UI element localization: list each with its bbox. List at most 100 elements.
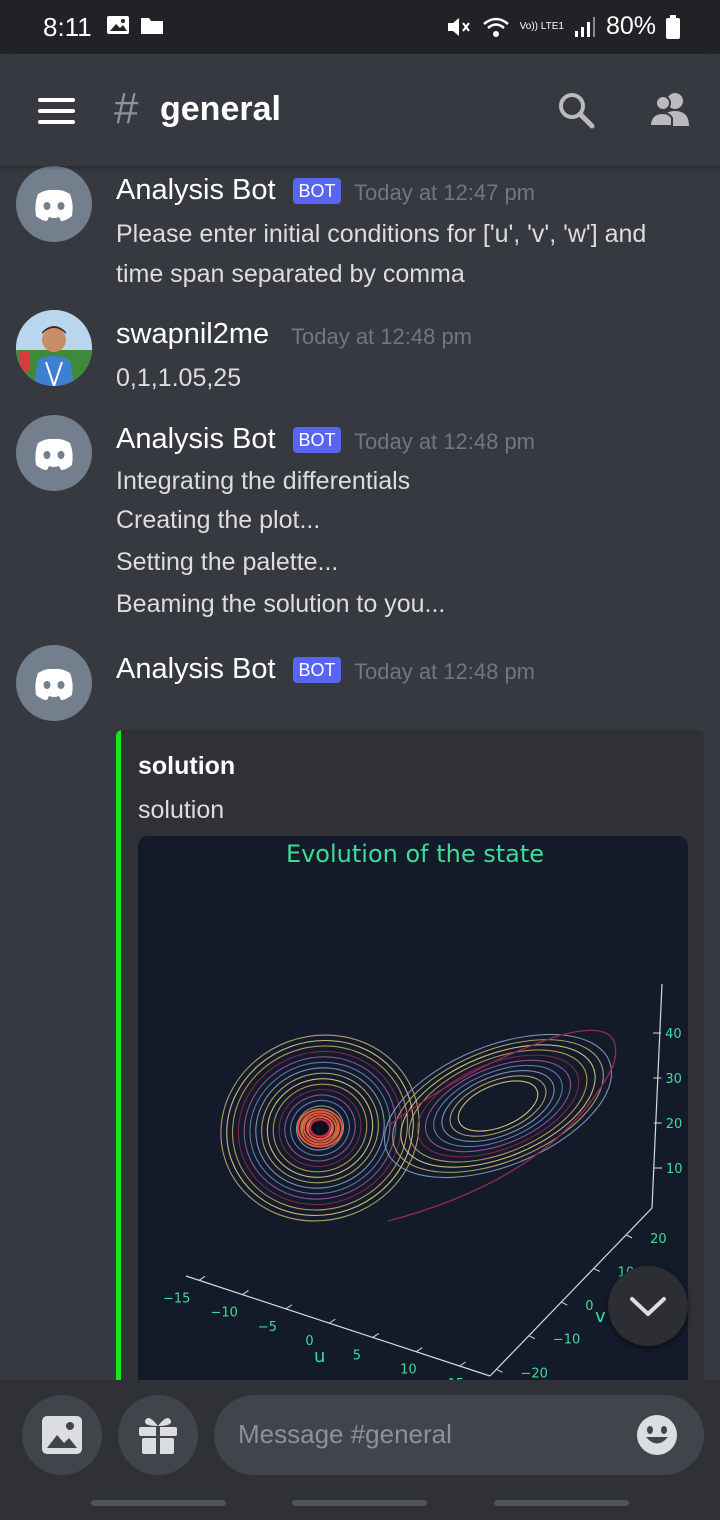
series-right-orbit bbox=[457, 1080, 539, 1132]
channel-hash-icon: # bbox=[114, 84, 139, 133]
discord-logo-icon bbox=[35, 668, 73, 700]
message-text: Please enter initial conditions for ['u'… bbox=[116, 220, 647, 248]
lte-indicator: Vo)) LTE1 bbox=[519, 20, 564, 32]
x-tick-label: 5 bbox=[353, 1348, 361, 1363]
embed-description: solution bbox=[138, 796, 225, 824]
status-time: 8:11 bbox=[43, 12, 92, 42]
message-text: Setting the palette... bbox=[116, 548, 339, 576]
gift-icon bbox=[139, 1417, 177, 1454]
z-tick-label: 30 bbox=[665, 1072, 682, 1087]
y-tick-label: 20 bbox=[650, 1232, 667, 1247]
menu-icon[interactable] bbox=[38, 98, 75, 125]
battery-icon bbox=[666, 14, 680, 39]
user-avatar[interactable] bbox=[16, 310, 92, 386]
message-timestamp: Today at 12:48 pm bbox=[291, 324, 473, 349]
embed-title[interactable]: solution bbox=[138, 752, 235, 781]
nav-gesture-bar bbox=[292, 1500, 427, 1506]
z-tick-label: 40 bbox=[665, 1027, 682, 1042]
avatar[interactable] bbox=[16, 166, 92, 242]
bot-badge: BOT bbox=[293, 657, 341, 683]
emoji-icon[interactable] bbox=[636, 1414, 678, 1456]
channel-title: general bbox=[160, 90, 281, 128]
bot-badge: BOT bbox=[293, 178, 341, 204]
message-input[interactable]: Message #general bbox=[214, 1395, 704, 1475]
chart-series-group bbox=[220, 1029, 617, 1222]
y-tick-label: 0 bbox=[585, 1299, 593, 1314]
x-tick-label: 10 bbox=[400, 1363, 417, 1378]
message-text: 0,1,1.05,25 bbox=[116, 364, 242, 392]
y-tick-label: −20 bbox=[520, 1366, 547, 1380]
z-tick-label: 20 bbox=[666, 1117, 683, 1132]
embed-image[interactable]: Evolution of the state −15−10−5051015−20… bbox=[138, 836, 688, 1380]
message-text: time span separated by comma bbox=[116, 260, 465, 288]
x-tick-label: −10 bbox=[210, 1306, 237, 1321]
wifi-icon bbox=[482, 17, 509, 37]
message-list[interactable]: Analysis Bot BOT Today at 12:47 pm Pleas… bbox=[0, 166, 720, 1380]
avatar[interactable] bbox=[16, 415, 92, 491]
chart-title: Evolution of the state bbox=[286, 840, 544, 868]
z-tick-label: 10 bbox=[666, 1162, 683, 1177]
members-icon[interactable] bbox=[648, 90, 692, 130]
series-right-orbit bbox=[408, 1049, 588, 1163]
x-tick-label: −5 bbox=[258, 1320, 277, 1335]
y-tick-label: −10 bbox=[553, 1333, 580, 1348]
message-timestamp: Today at 12:48 pm bbox=[354, 659, 536, 684]
folder-notification-icon bbox=[141, 18, 163, 34]
y-tick bbox=[593, 1268, 600, 1272]
nav-gesture-bar bbox=[494, 1500, 629, 1506]
avatar[interactable] bbox=[16, 645, 92, 721]
embed-accent-bar bbox=[116, 730, 121, 1380]
message-author[interactable]: Analysis Bot bbox=[116, 174, 276, 207]
x-tick bbox=[372, 1333, 380, 1338]
discord-logo-icon bbox=[35, 438, 73, 470]
x-axis-line bbox=[185, 1275, 491, 1377]
x-tick bbox=[415, 1347, 423, 1353]
message-timestamp: Today at 12:48 pm bbox=[354, 429, 536, 454]
mute-icon bbox=[447, 17, 470, 36]
status-bar: 8:11 Vo)) LTE1 80% bbox=[0, 0, 720, 54]
chart: Evolution of the state −15−10−5051015−20… bbox=[163, 840, 683, 1380]
series-right-orbit bbox=[433, 1064, 563, 1148]
search-icon[interactable] bbox=[556, 90, 596, 130]
series-core-center bbox=[312, 1121, 328, 1135]
message-timestamp: Today at 12:47 pm bbox=[354, 180, 536, 205]
image-upload-button[interactable] bbox=[22, 1395, 102, 1475]
series-outer-arc bbox=[387, 1029, 617, 1222]
channel-header: # general bbox=[0, 54, 720, 166]
image-icon bbox=[42, 1416, 82, 1454]
battery-percent: 80% bbox=[605, 12, 656, 40]
y-tick bbox=[528, 1335, 536, 1340]
composer: Message #general bbox=[0, 1380, 720, 1520]
x-tick-label: −15 bbox=[163, 1291, 190, 1306]
x-axis-label: u bbox=[314, 1346, 325, 1367]
z-axis-line bbox=[651, 983, 663, 1209]
x-tick bbox=[329, 1318, 336, 1324]
x-tick bbox=[198, 1275, 206, 1281]
series-right-orbit bbox=[449, 1075, 547, 1137]
status-right: Vo)) LTE1 80% bbox=[446, 12, 680, 41]
gift-button[interactable] bbox=[118, 1395, 198, 1475]
message-author[interactable]: Analysis Bot bbox=[116, 653, 276, 686]
nav-gesture-bar bbox=[91, 1500, 226, 1506]
jump-to-present-button[interactable] bbox=[608, 1266, 688, 1346]
x-tick-label: 0 bbox=[305, 1334, 313, 1349]
y-tick bbox=[625, 1234, 633, 1239]
user-photo-icon bbox=[16, 310, 92, 386]
message-input-placeholder: Message #general bbox=[238, 1419, 452, 1449]
x-tick bbox=[242, 1290, 249, 1295]
bot-badge: BOT bbox=[293, 427, 341, 453]
y-axis-label: v bbox=[595, 1306, 606, 1327]
message-text: Creating the plot... bbox=[116, 506, 321, 534]
message-text: Beaming the solution to you... bbox=[116, 590, 446, 618]
signal-icon bbox=[574, 16, 595, 37]
discord-logo-icon bbox=[35, 189, 73, 221]
message-author[interactable]: swapnil2me bbox=[116, 318, 269, 351]
gallery-notification-icon bbox=[107, 16, 129, 34]
message-author[interactable]: Analysis Bot bbox=[116, 423, 276, 456]
x-tick bbox=[459, 1361, 466, 1367]
chevron-down-icon bbox=[630, 1297, 666, 1316]
status-left-icons bbox=[106, 14, 164, 36]
message-text: Integrating the differentials bbox=[116, 467, 411, 495]
y-tick bbox=[561, 1301, 568, 1306]
x-tick bbox=[285, 1304, 293, 1310]
